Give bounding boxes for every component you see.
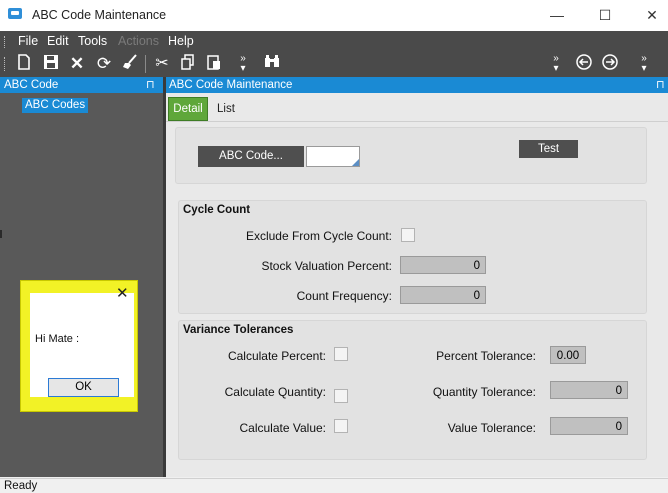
menu-help[interactable]: Help xyxy=(168,34,194,48)
calculate-value-checkbox[interactable] xyxy=(334,419,348,433)
cut-icon[interactable]: ✂ xyxy=(152,54,172,74)
menu-actions: Actions xyxy=(118,34,159,48)
calculate-percent-label: Calculate Percent: xyxy=(227,349,326,363)
menu-tools[interactable]: Tools xyxy=(78,34,107,48)
tab-strip xyxy=(166,95,668,122)
maximize-button[interactable]: ☐ xyxy=(593,4,617,26)
quantity-tolerance-label: Quantity Tolerance: xyxy=(432,385,536,399)
app-icon xyxy=(8,8,22,19)
calculate-quantity-label: Calculate Quantity: xyxy=(224,385,326,399)
dialog-message: Hi Mate : xyxy=(35,333,80,345)
stock-valuation-field[interactable]: 0 xyxy=(400,256,486,274)
dialog-close-icon[interactable]: ✕ xyxy=(116,284,129,302)
pin-icon[interactable]: ⊓ xyxy=(656,78,665,91)
tree-panel xyxy=(0,77,163,477)
toolbar-overflow-icon[interactable]: » ▾ xyxy=(233,54,253,74)
status-text: Ready xyxy=(4,480,38,492)
percent-tolerance-field[interactable]: 0.00 xyxy=(550,346,586,364)
value-tolerance-label: Value Tolerance: xyxy=(447,421,536,435)
detail-panel-title: ABC Code Maintenance xyxy=(169,79,293,91)
toolbar-grip xyxy=(4,57,7,71)
variance-tolerances-title: Variance Tolerances xyxy=(183,324,294,336)
menu-grip xyxy=(4,36,7,48)
percent-tolerance-label: Percent Tolerance: xyxy=(436,349,536,363)
tree-panel-title: ABC Code xyxy=(4,79,59,91)
exclude-cycle-count-checkbox[interactable] xyxy=(401,228,415,242)
nav-overflow-icon[interactable]: » ▾ xyxy=(546,54,566,74)
count-frequency-label: Count Frequency: xyxy=(296,289,392,303)
pin-icon[interactable]: ⊓ xyxy=(146,78,155,91)
menu-file[interactable]: File xyxy=(18,34,38,48)
delete-icon[interactable]: ✕ xyxy=(67,54,87,74)
abc-code-input[interactable] xyxy=(306,146,360,167)
calculate-value-label: Calculate Value: xyxy=(239,421,327,435)
tab-list[interactable]: List xyxy=(217,103,235,115)
status-bar xyxy=(0,478,668,493)
binoculars-icon[interactable] xyxy=(262,54,282,74)
ok-button[interactable]: OK xyxy=(48,378,119,397)
close-window-button[interactable]: ✕ xyxy=(640,4,664,26)
copy-icon[interactable] xyxy=(178,54,198,74)
edge-marker xyxy=(0,230,2,238)
window-title: ABC Code Maintenance xyxy=(32,8,167,22)
calculate-quantity-checkbox[interactable] xyxy=(334,389,348,403)
stock-valuation-label: Stock Valuation Percent: xyxy=(261,259,392,273)
toolbar-end-overflow-icon[interactable]: » ▾ xyxy=(634,54,654,74)
abc-code-button[interactable]: ABC Code... xyxy=(198,146,304,167)
forward-icon[interactable] xyxy=(600,54,620,74)
minimize-button[interactable]: — xyxy=(545,4,569,26)
count-frequency-field[interactable]: 0 xyxy=(400,286,486,304)
tree-item-abc-codes[interactable]: ABC Codes xyxy=(22,98,89,113)
menu-edit[interactable]: Edit xyxy=(47,34,69,48)
back-icon[interactable] xyxy=(574,54,594,74)
save-icon[interactable] xyxy=(41,54,61,74)
toolbar-separator xyxy=(145,55,146,73)
paste-icon[interactable] xyxy=(204,54,224,74)
exclude-cycle-count-label: Exclude From Cycle Count: xyxy=(245,229,392,243)
refresh-icon[interactable]: ⟳ xyxy=(94,54,114,74)
clear-icon[interactable] xyxy=(120,54,140,74)
value-tolerance-field[interactable]: 0 xyxy=(550,417,628,435)
calculate-percent-checkbox[interactable] xyxy=(334,347,348,361)
new-icon[interactable] xyxy=(14,54,34,74)
tab-detail[interactable]: Detail xyxy=(168,97,208,121)
cycle-count-title: Cycle Count xyxy=(183,204,251,216)
quantity-tolerance-field[interactable]: 0 xyxy=(550,381,628,399)
test-button[interactable]: Test xyxy=(519,140,578,158)
